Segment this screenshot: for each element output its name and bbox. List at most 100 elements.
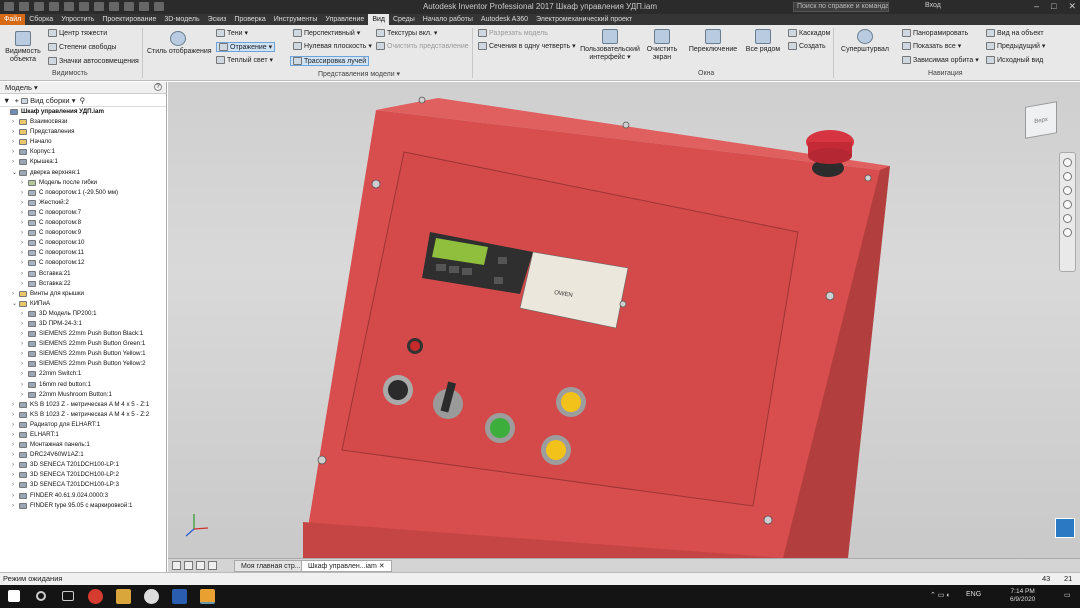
expand-toggle-icon[interactable]: ›: [21, 339, 23, 349]
expand-toggle-icon[interactable]: ›: [21, 369, 23, 379]
tree-node[interactable]: › С поворотом:9: [0, 228, 166, 238]
expand-toggle-icon[interactable]: ›: [12, 420, 14, 430]
chrome-icon[interactable]: [88, 589, 103, 604]
ribbon-tab[interactable]: Электромеханический проект: [532, 14, 636, 25]
browser-title[interactable]: Модель ▾: [5, 83, 38, 92]
tree-node[interactable]: › Модель после гибки: [0, 178, 166, 188]
minimize-button[interactable]: –: [1034, 1, 1039, 12]
ribbon-tab[interactable]: Управление: [321, 14, 368, 25]
tab-my-home[interactable]: Моя главная стр...: [234, 560, 308, 572]
home-view-button[interactable]: Исходный вид: [986, 56, 1043, 64]
expand-toggle-icon[interactable]: ›: [21, 349, 23, 359]
expand-toggle-icon[interactable]: ›: [12, 491, 14, 501]
clear-view-button[interactable]: Очистить представление: [376, 42, 469, 50]
orbit-button[interactable]: Зависимая орбита ▾: [902, 56, 979, 65]
windows-icon[interactable]: [196, 561, 205, 570]
ground-plane-button[interactable]: Нулевая плоскость ▾: [293, 42, 372, 51]
expand-toggle-icon[interactable]: ›: [12, 460, 14, 470]
tree-node[interactable]: › SIEMENS 22mm Push Button Black:1: [0, 329, 166, 339]
clean-screen-button[interactable]: Очистить экран: [645, 29, 679, 62]
object-visibility-button[interactable]: Видимость объекта: [3, 31, 43, 64]
tree-node[interactable]: › С поворотом:10: [0, 238, 166, 248]
notifications-icon[interactable]: ▭: [1064, 591, 1071, 599]
zoom-icon[interactable]: [1063, 186, 1072, 195]
tree-node[interactable]: › KS B 1023 Z - метрическая A M 4 x 5 - Z…: [0, 400, 166, 410]
ray-tracing-button[interactable]: Трассировка лучей: [290, 56, 370, 66]
expand-toggle-icon[interactable]: ›: [12, 127, 14, 137]
tree-node[interactable]: › Вставка:21: [0, 269, 166, 279]
tree-node[interactable]: › 3D SENECA T201DCH100-LP:2: [0, 470, 166, 480]
view-face-button[interactable]: Вид на объект: [986, 29, 1044, 37]
steering-wheel-button[interactable]: Суперштурвал: [838, 29, 892, 53]
maximize-button[interactable]: □: [1051, 1, 1056, 12]
expand-toggle-icon[interactable]: ›: [12, 410, 14, 420]
tree-node[interactable]: › Представления: [0, 127, 166, 137]
plus-icon[interactable]: +: [15, 96, 19, 105]
pan-icon[interactable]: [1063, 172, 1072, 181]
expand-toggle-icon[interactable]: ›: [21, 258, 23, 268]
ribbon-tab[interactable]: Среды: [389, 14, 419, 25]
app-icon[interactable]: [172, 589, 187, 604]
tree-node[interactable]: › Винты для крышки: [0, 289, 166, 299]
tree-node[interactable]: ⌄ дверка верхняя:1: [0, 168, 166, 178]
find-icon[interactable]: ⚲: [80, 96, 86, 105]
ribbon-tab[interactable]: Эскиз: [204, 14, 231, 25]
switch-windows-button[interactable]: Переключение: [688, 29, 738, 53]
ribbon-tab[interactable]: Начало работы: [419, 14, 477, 25]
tree-node[interactable]: › FINDER type 95.05 с маркировкой:1: [0, 501, 166, 511]
sign-in-button[interactable]: Вход: [925, 2, 941, 9]
expand-toggle-icon[interactable]: ›: [12, 157, 14, 167]
expand-toggle-icon[interactable]: ›: [21, 248, 23, 258]
expand-toggle-icon[interactable]: ›: [12, 430, 14, 440]
ribbon-tab[interactable]: Сборка: [25, 14, 57, 25]
tree-node[interactable]: › С поворотом:8: [0, 218, 166, 228]
cascade-icon[interactable]: [184, 561, 193, 570]
expand-toggle-icon[interactable]: ⌄: [12, 299, 17, 309]
user-interface-button[interactable]: Пользовательский интерфейс ▾: [580, 29, 640, 62]
help-search-input[interactable]: Поиск по справке и командам: [793, 2, 889, 12]
expand-toggle-icon[interactable]: ›: [21, 309, 23, 319]
help-icon[interactable]: ?: [154, 83, 162, 91]
reflections-button[interactable]: Отражение ▾: [216, 42, 276, 53]
tree-node[interactable]: › 3D SENECA T201DCH100-LP:1: [0, 460, 166, 470]
tree-node[interactable]: › Жесткий:2: [0, 198, 166, 208]
expand-toggle-icon[interactable]: ›: [21, 238, 23, 248]
tree-node[interactable]: › 22mm Mushroom Button:1: [0, 390, 166, 400]
previous-view-button[interactable]: Предыдущий ▾: [986, 42, 1045, 51]
tree-node[interactable]: › С поворотом:7: [0, 208, 166, 218]
inventor-taskbar-icon[interactable]: [200, 589, 215, 604]
home-cube-icon[interactable]: [1055, 518, 1075, 538]
expand-toggle-icon[interactable]: ›: [21, 198, 23, 208]
tree-node[interactable]: › SIEMENS 22mm Push Button Green:1: [0, 339, 166, 349]
tile-icon[interactable]: [172, 561, 181, 570]
ribbon-tab[interactable]: Проектирование: [98, 14, 160, 25]
tree-node[interactable]: › Корпус:1: [0, 147, 166, 157]
tree-node[interactable]: › С поворотом:12: [0, 258, 166, 268]
explorer-icon[interactable]: [116, 589, 131, 604]
tree-node[interactable]: › Радиатор для ELHART:1: [0, 420, 166, 430]
tree-node[interactable]: › 3D ПРМ-24-3:1: [0, 319, 166, 329]
cascade-button[interactable]: Каскадом: [788, 29, 830, 37]
expand-toggle-icon[interactable]: ›: [21, 218, 23, 228]
tree-node[interactable]: › С поворотом:11: [0, 248, 166, 258]
language-indicator[interactable]: ENG: [966, 591, 981, 598]
look-at-icon[interactable]: [1063, 214, 1072, 223]
imate-glyphs-button[interactable]: Значки автосовмещения: [48, 57, 139, 65]
ribbon-tab[interactable]: Autodesk A360: [477, 14, 532, 25]
ribbon-tab[interactable]: Вид: [368, 14, 389, 25]
tree-node[interactable]: ⌄ КИПиА: [0, 299, 166, 309]
ribbon-tab[interactable]: Проверка: [230, 14, 269, 25]
quarter-section-button[interactable]: Сечения в одну четверть ▾: [478, 42, 576, 51]
pan-button[interactable]: Панорамировать: [902, 29, 968, 37]
tree-node[interactable]: › Монтажная панель:1: [0, 440, 166, 450]
ribbon-tab[interactable]: Упростить: [57, 14, 98, 25]
tree-node[interactable]: Шкаф управления УДП.iam: [0, 107, 166, 117]
cabinet-model[interactable]: OWEN: [168, 82, 1080, 558]
expand-toggle-icon[interactable]: ›: [21, 390, 23, 400]
navigation-bar[interactable]: [1059, 152, 1076, 272]
tray-icons[interactable]: ⌃ ▭ ◐: [930, 591, 951, 599]
expand-toggle-icon[interactable]: ›: [21, 380, 23, 390]
expand-toggle-icon[interactable]: ›: [21, 319, 23, 329]
expand-toggle-icon[interactable]: ›: [12, 289, 14, 299]
tree-node[interactable]: › 3D SENECA T201DCH100-LP:3: [0, 480, 166, 490]
